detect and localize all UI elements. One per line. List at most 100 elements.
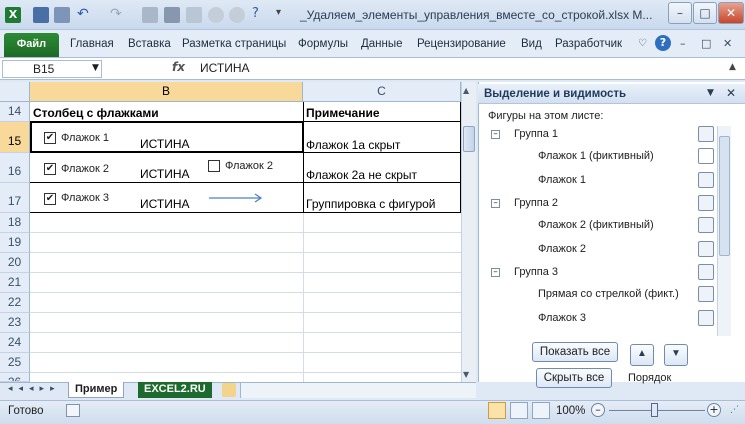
- checkbox-3[interactable]: ✔: [44, 193, 56, 205]
- ribbon-restore-icon[interactable]: □: [701, 37, 711, 50]
- save-icon[interactable]: [33, 7, 49, 23]
- eye-hidden-icon[interactable]: [698, 148, 714, 164]
- eye-icon[interactable]: [698, 195, 714, 211]
- zoom-level[interactable]: 100%: [556, 405, 585, 417]
- page-break-view-icon[interactable]: [532, 402, 550, 419]
- minimize-button[interactable]: –: [668, 2, 692, 24]
- name-box-dropdown-icon[interactable]: ▼: [92, 63, 99, 73]
- checkbox-2-unchecked-label[interactable]: Флажок 2: [225, 160, 273, 172]
- hide-all-button[interactable]: Скрыть все: [536, 368, 612, 388]
- pane-item-group-3[interactable]: Группа 3: [514, 266, 558, 278]
- pane-close-icon[interactable]: ✕: [726, 86, 736, 100]
- collapse-group-1-icon[interactable]: –: [491, 130, 500, 139]
- excel-logo-icon[interactable]: X: [5, 7, 21, 23]
- pane-item-flag3[interactable]: Флажок 3: [538, 312, 586, 324]
- cell-b15[interactable]: ИСТИНА: [140, 137, 190, 151]
- eye-icon[interactable]: [698, 172, 714, 188]
- cell-c17[interactable]: Группировка с фигурой: [306, 197, 436, 211]
- tab-insert[interactable]: Вставка: [128, 38, 171, 50]
- pane-dropdown-icon[interactable]: ▼: [707, 88, 714, 98]
- tab-developer[interactable]: Разработчик: [555, 38, 622, 50]
- pane-item-flag1-fake[interactable]: Флажок 1 (фиктивный): [538, 150, 654, 162]
- row-header-17[interactable]: 17: [0, 183, 30, 213]
- tab-review[interactable]: Рецензирование: [417, 38, 506, 50]
- checkbox-1-label[interactable]: Флажок 1: [61, 132, 109, 144]
- new-sheet-icon[interactable]: [222, 383, 236, 397]
- pane-item-flag1[interactable]: Флажок 1: [538, 174, 586, 186]
- cell-c15[interactable]: Флажок 1а скрыт: [306, 138, 400, 152]
- checkbox-2-unchecked[interactable]: [208, 160, 220, 172]
- scroll-up-icon[interactable]: ▲: [463, 86, 469, 95]
- column-header-c[interactable]: C: [303, 82, 461, 102]
- tab-file[interactable]: Файл: [4, 33, 59, 57]
- worksheet-grid[interactable]: B C 14 15 16 17 18 19 20 21 22 23 24 25 …: [0, 82, 476, 382]
- collapse-group-2-icon[interactable]: –: [491, 199, 500, 208]
- sheet-tab-active[interactable]: Пример: [68, 382, 125, 398]
- row-header-26[interactable]: 26: [0, 373, 30, 382]
- tab-page-layout[interactable]: Разметка страницы: [182, 38, 286, 50]
- redo-icon[interactable]: ↷: [110, 6, 122, 22]
- checkbox-2-label[interactable]: Флажок 2: [61, 163, 109, 175]
- preview-icon[interactable]: [186, 7, 202, 23]
- expand-formula-icon[interactable]: ▲: [729, 62, 736, 72]
- resize-grip-icon[interactable]: ⋰: [730, 405, 739, 415]
- workbook-close-icon[interactable]: ✕: [723, 37, 732, 50]
- close-button[interactable]: ✕: [718, 2, 744, 24]
- cell-c16[interactable]: Флажок 2а не скрыт: [306, 168, 417, 182]
- name-box[interactable]: B15: [2, 60, 102, 78]
- tab-home[interactable]: Главная: [70, 38, 114, 50]
- circle-arrow-icon[interactable]: [229, 7, 245, 23]
- tab-view[interactable]: Вид: [521, 38, 542, 50]
- show-all-button[interactable]: Показать все: [532, 342, 618, 362]
- column-header-b[interactable]: B: [30, 82, 303, 102]
- row-header-18[interactable]: 18: [0, 213, 30, 233]
- row-header-23[interactable]: 23: [0, 313, 30, 333]
- sheet-nav-arrows-icon[interactable]: ◂◂◂▸▸: [8, 384, 61, 394]
- help-question-icon[interactable]: ?: [252, 6, 259, 21]
- insert-function-icon[interactable]: fx: [172, 60, 185, 74]
- checkbox-2[interactable]: ✔: [44, 163, 56, 175]
- checkbox-3-label[interactable]: Флажок 3: [61, 192, 109, 204]
- row-header-22[interactable]: 22: [0, 293, 30, 313]
- row-header-24[interactable]: 24: [0, 333, 30, 353]
- row-header-20[interactable]: 20: [0, 253, 30, 273]
- row-header-16[interactable]: 16: [0, 153, 30, 183]
- row-header-25[interactable]: 25: [0, 353, 30, 373]
- pane-item-group-1[interactable]: Группа 1: [514, 128, 558, 140]
- collapse-group-3-icon[interactable]: –: [491, 268, 500, 277]
- eye-icon[interactable]: [698, 310, 714, 326]
- cell-b17[interactable]: ИСТИНА: [140, 197, 190, 211]
- pane-scrollbar[interactable]: [717, 126, 731, 336]
- zoom-slider-thumb[interactable]: [651, 403, 658, 417]
- ribbon-min-icon[interactable]: –: [680, 37, 686, 50]
- page-layout-view-icon[interactable]: [510, 402, 528, 419]
- print-icon[interactable]: [164, 7, 180, 23]
- normal-view-icon[interactable]: [488, 402, 506, 419]
- eye-icon[interactable]: [698, 264, 714, 280]
- cell-b16[interactable]: ИСТИНА: [140, 167, 190, 181]
- scroll-thumb[interactable]: [463, 126, 475, 152]
- scroll-down-icon[interactable]: ▼: [463, 370, 469, 379]
- move-down-icon[interactable]: ▼: [664, 344, 688, 366]
- eye-icon[interactable]: [698, 286, 714, 302]
- circle-icon[interactable]: [208, 7, 224, 23]
- maximize-button[interactable]: □: [693, 2, 717, 24]
- row-header-14[interactable]: 14: [0, 102, 30, 122]
- print-preview-icon[interactable]: [54, 7, 70, 23]
- cell-b14[interactable]: Столбец с флажками: [33, 106, 159, 120]
- formula-input[interactable]: ИСТИНА: [200, 61, 250, 75]
- tab-formulas[interactable]: Формулы: [298, 38, 348, 50]
- help-icon[interactable]: ?: [655, 35, 671, 51]
- zoom-in-icon[interactable]: +: [707, 403, 721, 417]
- copy-icon[interactable]: [142, 7, 158, 23]
- eye-icon[interactable]: [698, 241, 714, 257]
- undo-icon[interactable]: ↶: [77, 6, 89, 22]
- macro-record-icon[interactable]: [66, 404, 80, 417]
- zoom-out-icon[interactable]: –: [591, 403, 605, 417]
- ribbon-collapse-icon[interactable]: ♡: [638, 38, 647, 49]
- pane-scroll-thumb[interactable]: [719, 136, 730, 256]
- pane-item-flag2[interactable]: Флажок 2: [538, 243, 586, 255]
- tab-data[interactable]: Данные: [361, 38, 403, 50]
- row-header-19[interactable]: 19: [0, 233, 30, 253]
- row-header-21[interactable]: 21: [0, 273, 30, 293]
